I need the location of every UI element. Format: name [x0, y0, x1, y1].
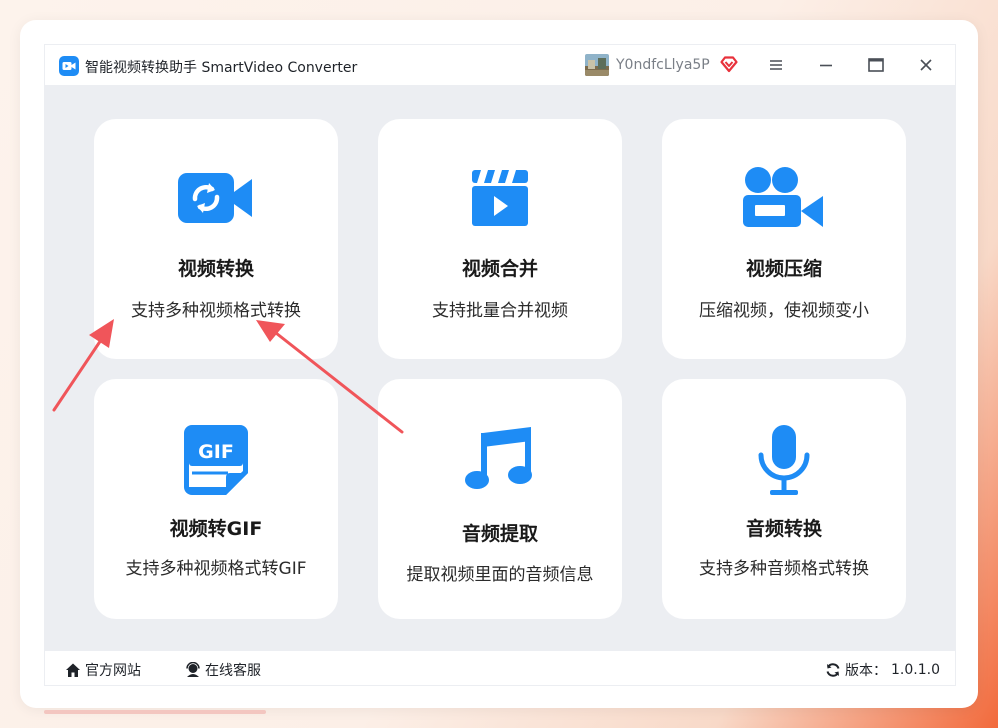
card-description: 支持多种音频格式转换: [699, 559, 869, 579]
card-title: 音频提取: [461, 523, 538, 545]
card-title: 音频转换: [745, 518, 822, 540]
card-audio-extract[interactable]: 音频提取 提取视频里面的音频信息: [378, 379, 622, 619]
version-label: 版本：: [845, 663, 887, 679]
footer-bar: 官方网站 在线客服 版本： 1.0.1.0: [45, 651, 955, 685]
card-description: 支持多种视频格式转GIF: [125, 559, 307, 579]
app-logo-icon: [59, 56, 79, 76]
refresh-icon[interactable]: [825, 662, 841, 678]
card-video-merge[interactable]: 视频合并 支持批量合并视频: [378, 119, 622, 359]
app-window: 智能视频转换助手 SmartVideo Converter Y0ndfcLlya…: [44, 44, 956, 686]
menu-icon[interactable]: [766, 55, 786, 75]
title-bar: 智能视频转换助手 SmartVideo Converter Y0ndfcLlya…: [45, 45, 955, 85]
card-title: 视频转GIF: [169, 518, 263, 540]
card-description: 支持多种视频格式转换: [131, 301, 301, 321]
bottom-accent-bar: [44, 710, 266, 714]
close-icon[interactable]: [916, 55, 936, 75]
vip-diamond-icon[interactable]: [719, 54, 739, 74]
online-service-link[interactable]: 在线客服: [185, 660, 261, 680]
svg-text:GIF: GIF: [198, 441, 234, 463]
app-title: 智能视频转换助手 SmartVideo Converter: [85, 60, 358, 76]
service-label: 在线客服: [205, 663, 261, 679]
maximize-icon[interactable]: [866, 55, 886, 75]
video-camera-icon: [743, 167, 823, 227]
card-video-convert[interactable]: 视频转换 支持多种视频格式转换: [94, 119, 338, 359]
card-video-compress[interactable]: 视频压缩 压缩视频，使视频变小: [662, 119, 906, 359]
card-description: 压缩视频，使视频变小: [699, 301, 869, 321]
minimize-icon[interactable]: [816, 55, 836, 75]
gif-file-icon: GIF: [184, 425, 248, 495]
website-label: 官方网站: [85, 663, 141, 679]
clapperboard-icon: [472, 170, 528, 226]
card-description: 支持批量合并视频: [432, 301, 568, 321]
username[interactable]: Y0ndfcLlya5P: [616, 57, 710, 73]
card-description: 提取视频里面的音频信息: [406, 565, 594, 585]
card-video-to-gif[interactable]: GIF 视频转GIF 支持多种视频格式转GIF: [94, 379, 338, 619]
card-title: 视频转换: [177, 258, 254, 280]
home-icon: [66, 663, 80, 677]
feature-grid: 视频转换 支持多种视频格式转换 视频合并 支持批量合并视频 视频压缩 压缩视频，…: [45, 85, 955, 651]
card-title: 视频压缩: [745, 258, 822, 280]
microphone-icon: [758, 425, 810, 495]
card-title: 视频合并: [461, 258, 538, 280]
music-note-icon: [465, 427, 532, 489]
website-link[interactable]: 官方网站: [65, 660, 141, 680]
version-info: 版本： 1.0.1.0: [825, 660, 940, 680]
customer-service-icon: [186, 662, 200, 677]
version-number: 1.0.1.0: [891, 662, 940, 678]
avatar[interactable]: [585, 54, 609, 76]
card-audio-convert[interactable]: 音频转换 支持多种音频格式转换: [662, 379, 906, 619]
video-convert-icon: [178, 173, 252, 223]
